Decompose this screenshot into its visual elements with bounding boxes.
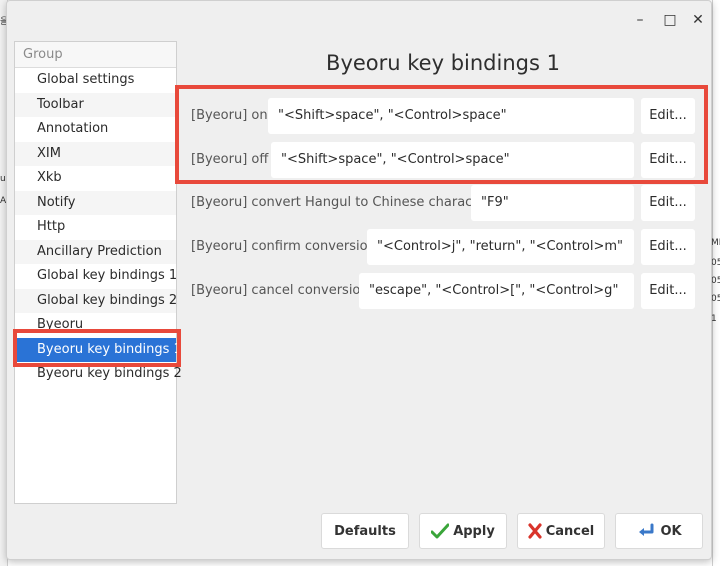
apply-button-label: Apply <box>453 523 495 539</box>
defaults-button[interactable]: Defaults <box>321 513 409 549</box>
group-item-xkb[interactable]: Xkb <box>15 166 176 191</box>
binding-row-cancel-conversion: [Byeoru] cancel conversion "escape", "<C… <box>183 273 703 309</box>
edit-button[interactable]: Edit... <box>641 273 695 309</box>
edit-button[interactable]: Edit... <box>641 185 695 221</box>
close-button[interactable]: ✕ <box>687 9 709 31</box>
edit-button[interactable]: Edit... <box>641 229 695 265</box>
group-list: Group Global settings Toolbar Annotation… <box>14 41 182 504</box>
group-item-global-key-bindings-2[interactable]: Global key bindings 2 <box>15 288 177 313</box>
binding-value-field[interactable]: "escape", "<Control>[", "<Control>g" <box>359 273 634 309</box>
group-list-header: Group <box>15 42 176 68</box>
maximize-button[interactable]: □ <box>659 9 681 31</box>
highlight-box-selected-group <box>13 329 181 367</box>
binding-value-field[interactable]: "<Control>j", "return", "<Control>m" <box>367 229 634 265</box>
cancel-x-icon <box>528 523 542 539</box>
background-fragment: 05 <box>711 258 720 268</box>
page-title: Byeoru key bindings 1 <box>326 51 560 75</box>
binding-label: [Byeoru] cancel conversion <box>191 283 369 298</box>
defaults-button-label: Defaults <box>334 523 396 539</box>
minimize-button[interactable]: – <box>629 9 651 31</box>
binding-row-confirm-conversion: [Byeoru] confirm conversion "<Control>j"… <box>183 229 703 265</box>
group-item-toolbar[interactable]: Toolbar <box>15 92 176 117</box>
binding-label: [Byeoru] convert Hangul to Chinese chara… <box>191 195 498 210</box>
preferences-dialog: – □ ✕ Group Global settings Toolbar Anno… <box>6 0 712 560</box>
ok-button[interactable]: OK <box>615 513 703 549</box>
group-item-xim[interactable]: XIM <box>15 141 176 166</box>
group-item-notify[interactable]: Notify <box>15 190 176 215</box>
close-icon: ✕ <box>692 12 704 28</box>
cancel-button[interactable]: Cancel <box>517 513 605 549</box>
group-item-annotation[interactable]: Annotation <box>15 117 176 142</box>
group-item-global-settings[interactable]: Global settings <box>15 68 176 93</box>
background-fragment: 05 <box>711 276 720 286</box>
binding-row-convert-hangul: [Byeoru] convert Hangul to Chinese chara… <box>183 185 703 221</box>
maximize-icon: □ <box>663 12 677 28</box>
checkmark-icon <box>431 523 450 539</box>
background-fragment: 05 <box>711 294 720 304</box>
group-item-http[interactable]: Http <box>15 215 176 240</box>
apply-button[interactable]: Apply <box>419 513 507 549</box>
binding-label: [Byeoru] confirm conversion <box>191 239 376 254</box>
group-item-ancillary-prediction[interactable]: Ancillary Prediction <box>15 239 176 264</box>
highlight-box-bindings <box>175 85 708 184</box>
background-fragment: u <box>0 174 6 184</box>
minimize-icon: – <box>636 12 644 28</box>
enter-arrow-icon <box>636 523 656 539</box>
background-fragment: MB <box>711 238 720 248</box>
cancel-button-label: Cancel <box>545 523 595 539</box>
group-item-global-key-bindings-1[interactable]: Global key bindings 1 <box>15 264 177 289</box>
ok-button-label: OK <box>660 523 682 539</box>
binding-value-field[interactable]: "F9" <box>471 185 634 221</box>
